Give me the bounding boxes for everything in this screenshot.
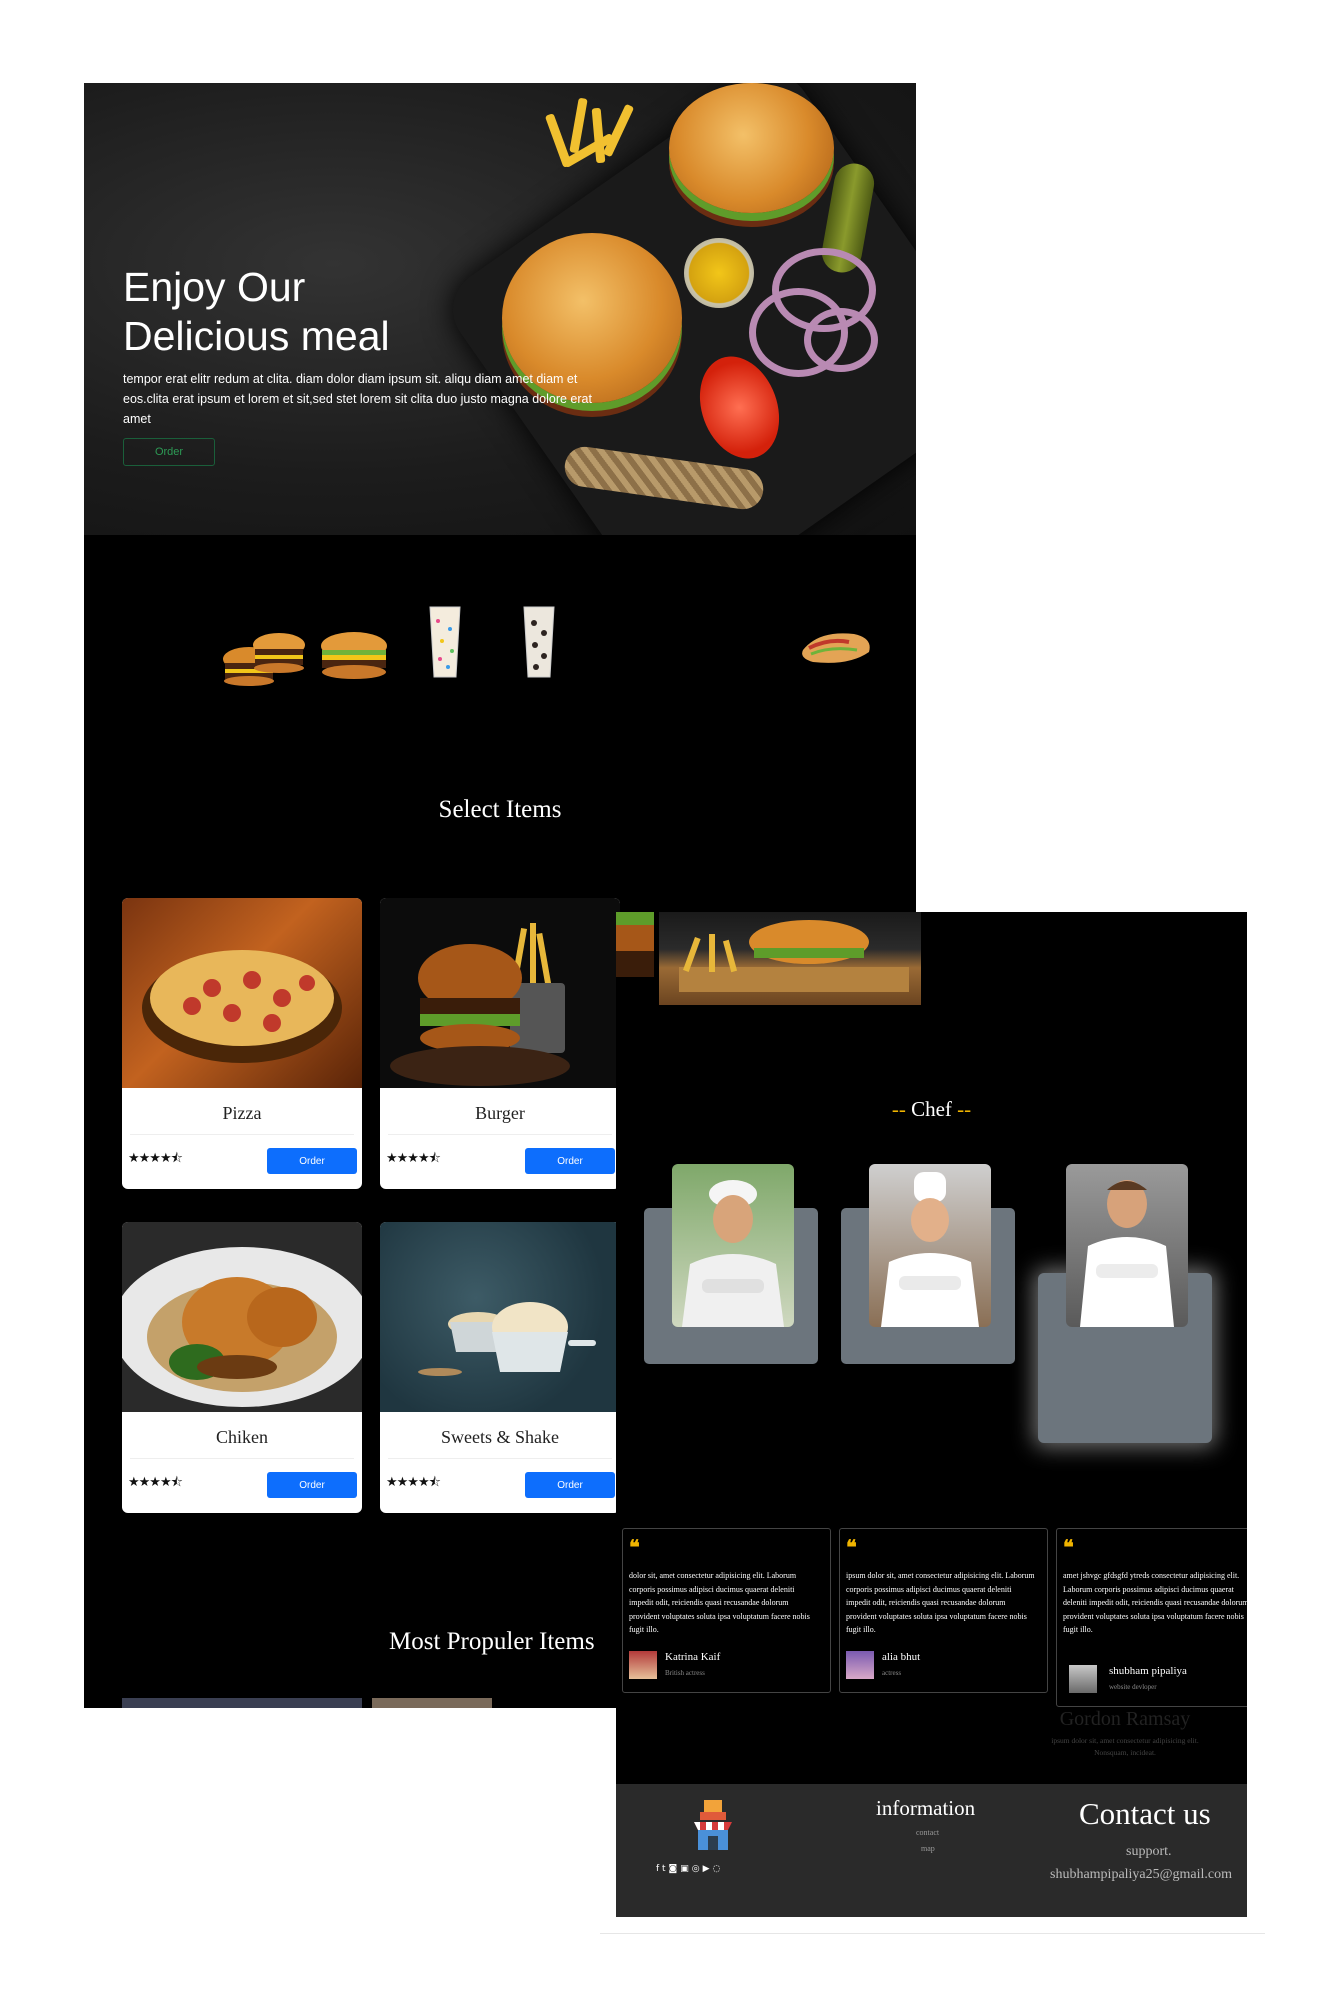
- popular-item-thumb: [122, 1698, 362, 1708]
- divider: [600, 1933, 1265, 1934]
- quote-icon: ❝: [1063, 1535, 1074, 1559]
- sauce-image: [684, 238, 754, 308]
- star-rating: ★★★★⯪: [128, 1474, 183, 1489]
- cookies-shake-image[interactable]: [520, 601, 558, 679]
- chef-description: ipsum dolor sit, amet consectetur adipis…: [1051, 1736, 1199, 1757]
- footer-information-title: information: [876, 1796, 976, 1820]
- popular-item-thumb: [372, 1698, 492, 1708]
- onion-ring: [804, 308, 878, 372]
- quote-icon: ❝: [846, 1535, 857, 1559]
- testimonial-text: amet jshvgc gfdsgfd ytreds consectetur a…: [1063, 1571, 1247, 1634]
- avatar: [846, 1651, 874, 1679]
- testimonial-card: ❝ dolor sit, amet consectetur adipisicin…: [622, 1528, 831, 1693]
- youtube-icon[interactable]: ▶: [703, 1864, 713, 1874]
- instagram-icon[interactable]: ◎: [692, 1864, 703, 1874]
- avatar: [1069, 1665, 1097, 1693]
- testimonial-text: ipsum dolor sit, amet consectetur adipis…: [846, 1571, 1035, 1634]
- order-button[interactable]: Order: [267, 1148, 357, 1174]
- testimonial-name: alia bhut: [882, 1651, 921, 1663]
- hero-section: Enjoy Our Delicious meal tempor erat eli…: [84, 83, 916, 535]
- cheeseburger-image[interactable]: [319, 628, 389, 683]
- star-rating: ★★★★⯪: [128, 1150, 183, 1165]
- linkedin-icon[interactable]: ▣: [680, 1864, 692, 1874]
- double-burger-image[interactable]: [221, 623, 306, 688]
- title-dash-right: --: [957, 1097, 972, 1121]
- testimonial-role: actress: [882, 1669, 902, 1677]
- order-button[interactable]: Order: [267, 1472, 357, 1498]
- card-title: Burger: [475, 1103, 525, 1123]
- divider: [130, 1134, 354, 1135]
- divider: [388, 1134, 612, 1135]
- avatar: [629, 1651, 657, 1679]
- contact-support: support.: [1126, 1844, 1172, 1859]
- chef-title-text: Chef: [911, 1097, 952, 1121]
- site-footer: ft◙▣◎▶◌ information contact map Contact …: [616, 1784, 1247, 1917]
- divider: [388, 1458, 612, 1459]
- testimonial-card: ❝ amet jshvgc gfdsgfd ytreds consectetur…: [1056, 1528, 1247, 1707]
- testimonial-name: Katrina Kaif: [665, 1651, 721, 1663]
- store-logo-icon: [690, 1798, 736, 1852]
- wrap-image[interactable]: [799, 628, 874, 668]
- card-title: Pizza: [222, 1103, 262, 1123]
- quote-icon: ❝: [629, 1535, 640, 1559]
- order-button[interactable]: Order: [525, 1148, 615, 1174]
- testimonial-text: dolor sit, amet consectetur adipisicing …: [629, 1571, 810, 1634]
- title-dash-left: --: [891, 1097, 906, 1121]
- testimonial-name: shubham pipaliya: [1109, 1665, 1187, 1677]
- product-card-sweets-shake: Sweets & Shake ★★★★⯪ Order: [380, 1222, 620, 1513]
- chef-photo-1: [672, 1164, 794, 1327]
- select-items-title: Select Items: [438, 796, 562, 823]
- star-rating: ★★★★⯪: [386, 1150, 441, 1165]
- food-image-small: [616, 912, 654, 977]
- burger-image: [380, 898, 620, 1088]
- sweets-image: [380, 1222, 620, 1412]
- hero-title: Enjoy Our Delicious meal: [123, 264, 390, 359]
- order-button[interactable]: Order: [525, 1472, 615, 1498]
- contact-email[interactable]: shubhampipaliya25@gmail.com: [1050, 1867, 1232, 1883]
- fries-image: [544, 93, 644, 188]
- hero-description: tempor erat elitr redum at clita. diam d…: [123, 372, 592, 426]
- sprinkle-shake-image[interactable]: [426, 601, 464, 679]
- chef-page-screenshot: -- Chef -- Gordon Ramsay ipsum dolor sit…: [616, 912, 1247, 1917]
- hero-order-button[interactable]: Order: [123, 438, 215, 466]
- product-card-burger: Burger ★★★★⯪ Order: [380, 898, 620, 1189]
- chef-photo-gordon: [1066, 1164, 1188, 1327]
- card-title: Sweets & Shake: [441, 1427, 559, 1447]
- footer-link-contact[interactable]: contact: [916, 1828, 939, 1837]
- testimonial-role: British actress: [665, 1669, 705, 1677]
- food-image-banner: [659, 912, 921, 1005]
- card-title: Chiken: [216, 1427, 268, 1447]
- product-card-pizza: Pizza ★★★★⯪ Order: [122, 898, 362, 1189]
- testimonial-role: website devloper: [1109, 1683, 1157, 1691]
- contact-title: Contact us: [1079, 1796, 1211, 1831]
- chef-section-title: -- Chef --: [616, 1097, 1247, 1122]
- chicken-image: [122, 1222, 362, 1412]
- whatsapp-icon[interactable]: ◌: [713, 1864, 724, 1874]
- star-rating: ★★★★⯪: [386, 1474, 441, 1489]
- popular-items-title: Most Propuler Items: [389, 1628, 595, 1655]
- burger-image-top: [669, 83, 834, 213]
- testimonial-card: ❝ ipsum dolor sit, amet consectetur adip…: [839, 1528, 1048, 1693]
- social-links: ft◙▣◎▶◌: [656, 1864, 723, 1874]
- product-card-chiken: Chiken ★★★★⯪ Order: [122, 1222, 362, 1513]
- pizza-image: [122, 898, 362, 1088]
- divider: [130, 1458, 354, 1459]
- chef-name: Gordon Ramsay: [1059, 1708, 1191, 1730]
- footer-link-map[interactable]: map: [921, 1844, 935, 1853]
- chef-photo-2: [869, 1164, 991, 1327]
- instagram-icon[interactable]: ◙: [669, 1864, 681, 1874]
